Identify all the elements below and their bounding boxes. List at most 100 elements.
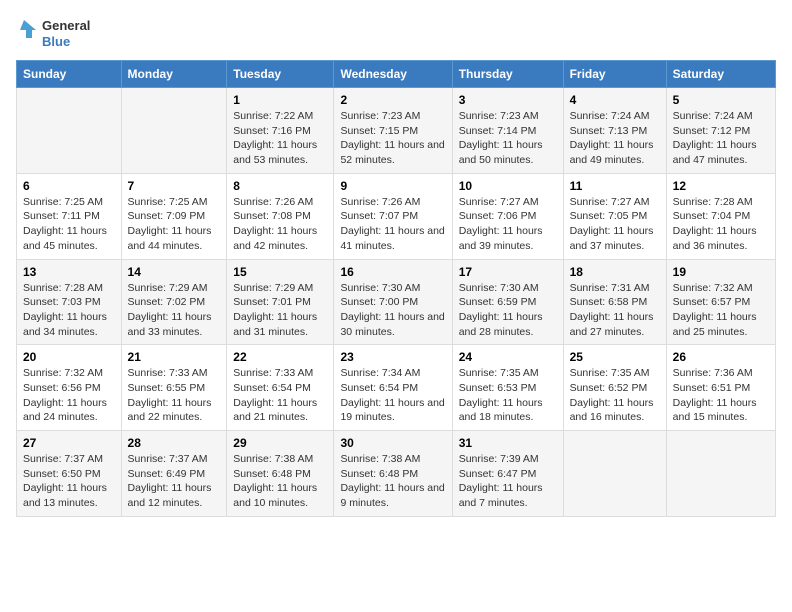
calendar-cell: 20Sunrise: 7:32 AMSunset: 6:56 PMDayligh… [17, 345, 122, 431]
day-number: 31 [459, 436, 557, 450]
day-info: Sunrise: 7:39 AMSunset: 6:47 PMDaylight:… [459, 452, 557, 511]
calendar-cell: 21Sunrise: 7:33 AMSunset: 6:55 PMDayligh… [121, 345, 227, 431]
day-number: 26 [673, 350, 769, 364]
page-header: General Blue [16, 16, 776, 52]
day-number: 24 [459, 350, 557, 364]
calendar-cell: 2Sunrise: 7:23 AMSunset: 7:15 PMDaylight… [334, 88, 452, 174]
day-number: 17 [459, 265, 557, 279]
calendar-cell: 9 Sunrise: 7:26 AMSunset: 7:07 PMDaylight… [334, 173, 452, 259]
day-number: 9 [340, 179, 445, 193]
week-row-3: 20Sunrise: 7:32 AMSunset: 6:56 PMDayligh… [17, 345, 776, 431]
day-info: Sunrise: 7:24 AMSunset: 7:13 PMDaylight:… [570, 109, 660, 168]
calendar-cell: 19Sunrise: 7:32 AMSunset: 6:57 PMDayligh… [666, 259, 775, 345]
day-number: 1 [233, 93, 327, 107]
calendar-cell: 18 Sunrise: 7:31 AMSunset: 6:58 PMDayligh… [563, 259, 666, 345]
day-number: 7 [128, 179, 221, 193]
day-number: 29 [233, 436, 327, 450]
day-info: Sunrise: 7:38 AMSunset: 6:48 PMDaylight:… [233, 452, 327, 511]
calendar-cell: 8 Sunrise: 7:26 AMSunset: 7:08 PMDaylight… [227, 173, 334, 259]
day-number: 16 [340, 265, 445, 279]
calendar-cell: 26Sunrise: 7:36 AMSunset: 6:51 PMDayligh… [666, 345, 775, 431]
day-info: Sunrise: 7:33 AMSunset: 6:54 PMDaylight:… [233, 366, 327, 425]
day-number: 13 [23, 265, 115, 279]
day-info: Sunrise: 7:28 AMSunset: 7:03 PMDaylight:… [23, 281, 115, 340]
header-day-monday: Monday [121, 61, 227, 88]
day-info: Sunrise: 7:35 AMSunset: 6:53 PMDaylight:… [459, 366, 557, 425]
day-info: Sunrise: 7:30 AMSunset: 6:59 PMDaylight:… [459, 281, 557, 340]
calendar-cell [666, 431, 775, 517]
calendar-cell: 3Sunrise: 7:23 AMSunset: 7:14 PMDaylight… [452, 88, 563, 174]
day-number: 27 [23, 436, 115, 450]
calendar-table: SundayMondayTuesdayWednesdayThursdayFrid… [16, 60, 776, 517]
calendar-cell: 10 Sunrise: 7:27 AMSunset: 7:06 PMDayligh… [452, 173, 563, 259]
logo-text: General Blue [42, 18, 90, 49]
day-info: Sunrise: 7:35 AMSunset: 6:52 PMDaylight:… [570, 366, 660, 425]
day-number: 22 [233, 350, 327, 364]
day-info: Sunrise: 7:37 AMSunset: 6:49 PMDaylight:… [128, 452, 221, 511]
day-info: Sunrise: 7:26 AMSunset: 7:08 PMDaylight:… [233, 195, 327, 254]
week-row-0: 1 Sunrise: 7:22 AMSunset: 7:16 PMDaylight… [17, 88, 776, 174]
logo-general: General [42, 18, 90, 34]
logo: General Blue [16, 16, 90, 52]
logo-container: General Blue [16, 16, 90, 52]
logo-blue: Blue [42, 34, 90, 50]
day-number: 11 [570, 179, 660, 193]
calendar-cell: 30 Sunrise: 7:38 AMSunset: 6:48 PMDayligh… [334, 431, 452, 517]
header-day-saturday: Saturday [666, 61, 775, 88]
calendar-cell: 6Sunrise: 7:25 AMSunset: 7:11 PMDaylight… [17, 173, 122, 259]
day-info: Sunrise: 7:34 AMSunset: 6:54 PMDaylight:… [340, 366, 445, 425]
week-row-2: 13 Sunrise: 7:28 AMSunset: 7:03 PMDayligh… [17, 259, 776, 345]
day-number: 12 [673, 179, 769, 193]
day-info: Sunrise: 7:22 AMSunset: 7:16 PMDaylight:… [233, 109, 327, 168]
calendar-cell: 12 Sunrise: 7:28 AMSunset: 7:04 PMDayligh… [666, 173, 775, 259]
day-info: Sunrise: 7:30 AMSunset: 7:00 PMDaylight:… [340, 281, 445, 340]
calendar-cell: 7Sunrise: 7:25 AMSunset: 7:09 PMDaylight… [121, 173, 227, 259]
day-number: 28 [128, 436, 221, 450]
day-info: Sunrise: 7:29 AMSunset: 7:02 PMDaylight:… [128, 281, 221, 340]
header-day-friday: Friday [563, 61, 666, 88]
day-info: Sunrise: 7:31 AMSunset: 6:58 PMDaylight:… [570, 281, 660, 340]
header-row: SundayMondayTuesdayWednesdayThursdayFrid… [17, 61, 776, 88]
calendar-cell [121, 88, 227, 174]
calendar-cell: 25 Sunrise: 7:35 AMSunset: 6:52 PMDayligh… [563, 345, 666, 431]
calendar-cell: 1 Sunrise: 7:22 AMSunset: 7:16 PMDaylight… [227, 88, 334, 174]
calendar-cell: 24 Sunrise: 7:35 AMSunset: 6:53 PMDayligh… [452, 345, 563, 431]
day-number: 8 [233, 179, 327, 193]
day-number: 25 [570, 350, 660, 364]
week-row-4: 27 Sunrise: 7:37 AMSunset: 6:50 PMDayligh… [17, 431, 776, 517]
day-number: 2 [340, 93, 445, 107]
day-info: Sunrise: 7:33 AMSunset: 6:55 PMDaylight:… [128, 366, 221, 425]
calendar-cell: 15 Sunrise: 7:29 AMSunset: 7:01 PMDayligh… [227, 259, 334, 345]
day-info: Sunrise: 7:26 AMSunset: 7:07 PMDaylight:… [340, 195, 445, 254]
day-number: 30 [340, 436, 445, 450]
day-number: 14 [128, 265, 221, 279]
day-number: 15 [233, 265, 327, 279]
day-number: 18 [570, 265, 660, 279]
day-number: 20 [23, 350, 115, 364]
day-info: Sunrise: 7:37 AMSunset: 6:50 PMDaylight:… [23, 452, 115, 511]
calendar-cell: 17 Sunrise: 7:30 AMSunset: 6:59 PMDayligh… [452, 259, 563, 345]
header-day-sunday: Sunday [17, 61, 122, 88]
day-info: Sunrise: 7:23 AMSunset: 7:14 PMDaylight:… [459, 109, 557, 168]
day-info: Sunrise: 7:32 AMSunset: 6:57 PMDaylight:… [673, 281, 769, 340]
calendar-cell: 23 Sunrise: 7:34 AMSunset: 6:54 PMDayligh… [334, 345, 452, 431]
day-info: Sunrise: 7:27 AMSunset: 7:05 PMDaylight:… [570, 195, 660, 254]
day-info: Sunrise: 7:24 AMSunset: 7:12 PMDaylight:… [673, 109, 769, 168]
calendar-cell: 13 Sunrise: 7:28 AMSunset: 7:03 PMDayligh… [17, 259, 122, 345]
day-info: Sunrise: 7:38 AMSunset: 6:48 PMDaylight:… [340, 452, 445, 511]
calendar-cell: 14 Sunrise: 7:29 AMSunset: 7:02 PMDayligh… [121, 259, 227, 345]
calendar-cell: 31 Sunrise: 7:39 AMSunset: 6:47 PMDayligh… [452, 431, 563, 517]
day-number: 6 [23, 179, 115, 193]
header-day-wednesday: Wednesday [334, 61, 452, 88]
day-number: 10 [459, 179, 557, 193]
day-info: Sunrise: 7:27 AMSunset: 7:06 PMDaylight:… [459, 195, 557, 254]
calendar-cell: 4Sunrise: 7:24 AMSunset: 7:13 PMDaylight… [563, 88, 666, 174]
day-info: Sunrise: 7:29 AMSunset: 7:01 PMDaylight:… [233, 281, 327, 340]
day-number: 5 [673, 93, 769, 107]
day-info: Sunrise: 7:28 AMSunset: 7:04 PMDaylight:… [673, 195, 769, 254]
calendar-cell: 22 Sunrise: 7:33 AMSunset: 6:54 PMDayligh… [227, 345, 334, 431]
week-row-1: 6Sunrise: 7:25 AMSunset: 7:11 PMDaylight… [17, 173, 776, 259]
day-number: 23 [340, 350, 445, 364]
header-day-thursday: Thursday [452, 61, 563, 88]
logo-bird-icon [16, 16, 40, 52]
